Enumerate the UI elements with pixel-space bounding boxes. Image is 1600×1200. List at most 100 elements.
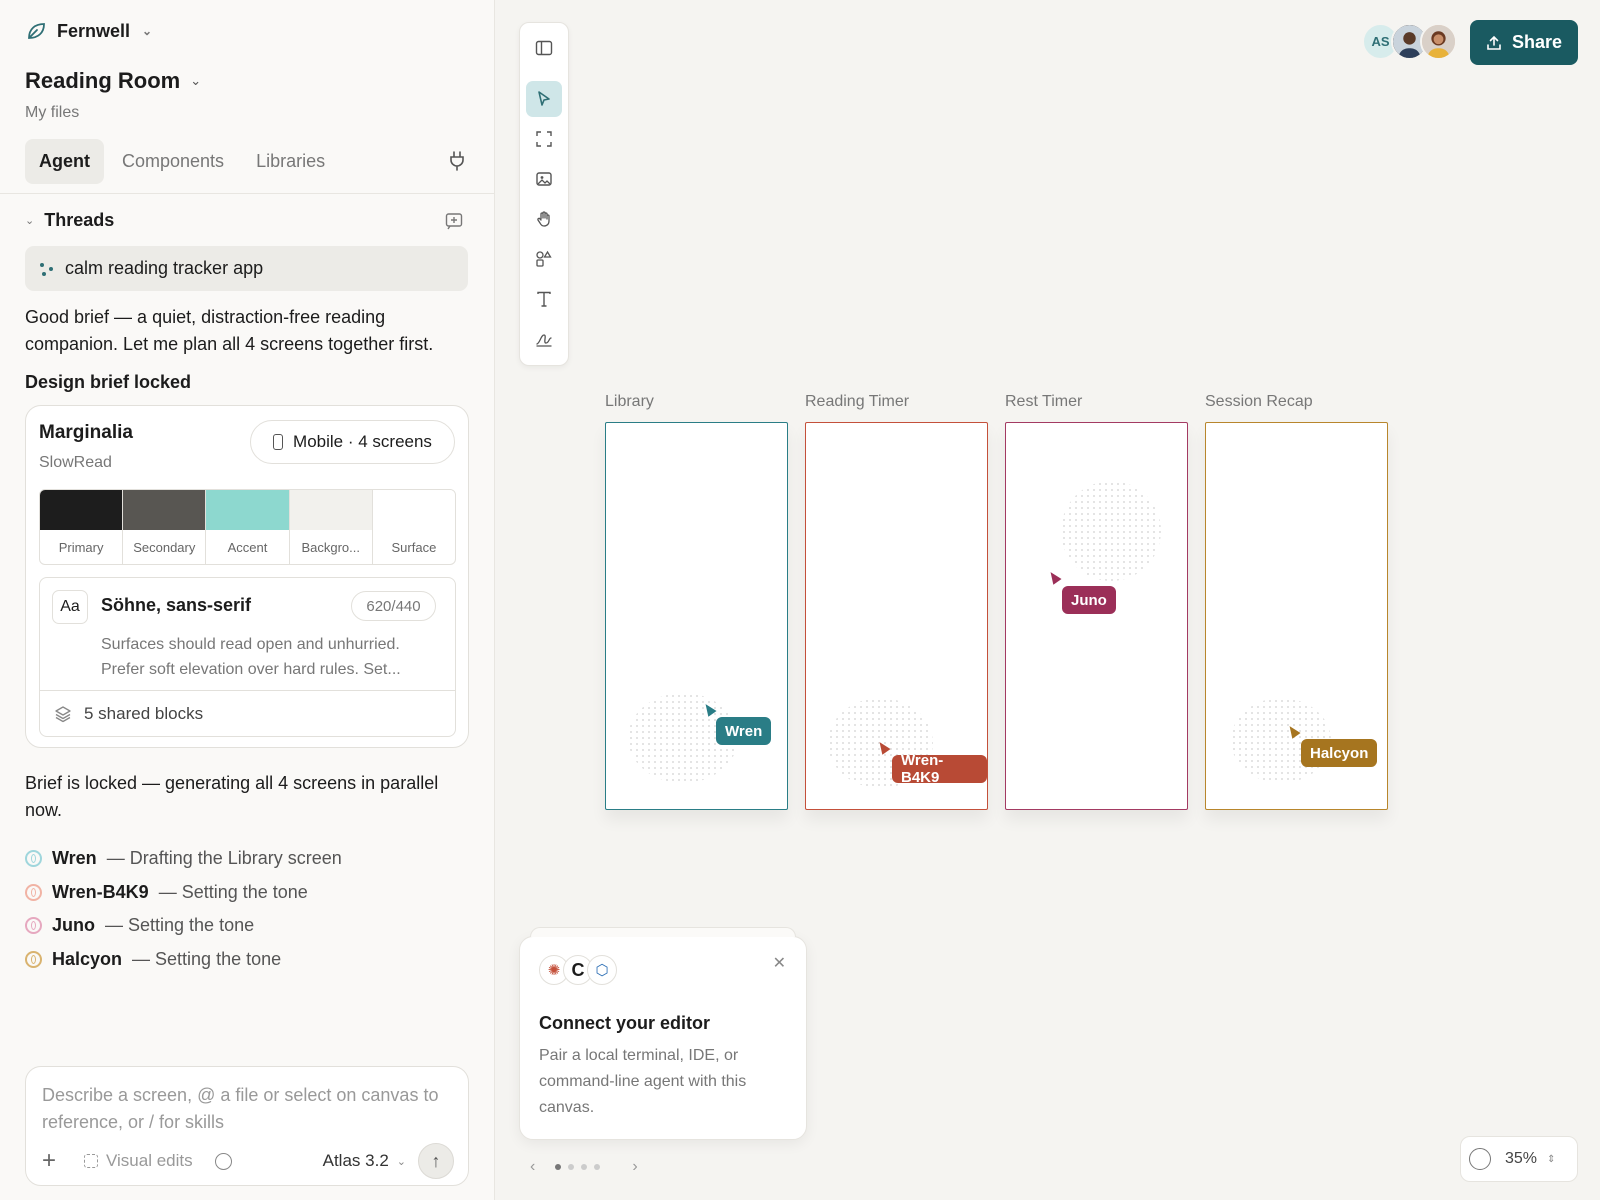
draw-tool-icon[interactable]: [526, 321, 562, 357]
project-title: Reading Room: [25, 68, 181, 93]
swatch-label: Accent: [227, 539, 268, 555]
sidebar-toggle-icon[interactable]: [526, 30, 562, 66]
hand-tool-icon[interactable]: [526, 201, 562, 237]
panel-tabs: Agent Components Libraries: [25, 139, 339, 184]
visual-edits-toggle[interactable]: Visual edits: [84, 1151, 193, 1171]
shapes-tool-icon[interactable]: [526, 241, 562, 277]
app-window: Fernwell ⌄ Reading Room ⌄ My files Agent…: [0, 0, 1600, 1200]
agent-progress-icon: [25, 883, 42, 901]
cursor-tag: Wren-B4K9: [892, 752, 987, 786]
prompt-composer: Describe a screen, @ a file or select on…: [25, 1066, 469, 1186]
assistant-message: Good brief — a quiet, distraction-free r…: [25, 307, 434, 354]
font-weights-badge: 620/440: [351, 591, 436, 621]
shared-blocks-row[interactable]: 5 shared blocks: [40, 690, 455, 736]
threads-header[interactable]: ⌄ Threads: [25, 210, 114, 231]
workspace-name: Fernwell: [57, 20, 131, 41]
project-location[interactable]: My files: [25, 104, 79, 122]
platform-label: Mobile · 4 screens: [293, 432, 432, 451]
agent-status: — Setting the tone: [105, 915, 255, 936]
agent-status: — Setting the tone: [132, 948, 282, 969]
swatch-accent[interactable]: Accent: [206, 490, 290, 564]
agent-name: Wren-B4K9: [52, 881, 149, 902]
share-button[interactable]: Share: [1470, 20, 1578, 65]
swatch-label: Secondary: [133, 539, 196, 555]
color-palette: Primary Secondary Accent Backgro... Surf…: [39, 489, 456, 565]
frame-label[interactable]: Reading Timer: [805, 393, 909, 411]
new-thread-icon[interactable]: [445, 212, 463, 230]
send-button[interactable]: ↑: [418, 1143, 454, 1179]
swatch-background[interactable]: Backgro...: [289, 490, 373, 564]
agent-name: Wren: [52, 848, 97, 869]
swatch-surface[interactable]: Surface: [372, 490, 455, 564]
swatch-label: Backgro...: [301, 539, 360, 555]
tab-libraries[interactable]: Libraries: [242, 139, 339, 184]
share-label: Share: [1511, 32, 1563, 52]
collaborator-avatars[interactable]: AS: [1362, 23, 1457, 60]
pager-dot[interactable]: [568, 1164, 575, 1170]
frame-tool-icon[interactable]: [526, 121, 562, 157]
text-tool-icon[interactable]: [526, 281, 562, 317]
swatch-chip: [289, 490, 372, 530]
swatch-label: Surface: [391, 539, 437, 555]
agent-name: Juno: [52, 915, 95, 936]
pager-dot[interactable]: [594, 1164, 601, 1170]
frame-reading-timer[interactable]: Wren-B4K9: [805, 422, 988, 810]
cursor-tag: Juno: [1062, 586, 1116, 614]
add-attachment-button[interactable]: +: [42, 1147, 72, 1175]
swatch-chip: [206, 490, 289, 530]
frame-library[interactable]: Wren: [605, 422, 788, 810]
loading-dots: [1061, 481, 1161, 581]
plug-icon[interactable]: [448, 151, 466, 171]
agent-status: — Drafting the Library screen: [106, 848, 342, 869]
prompt-input[interactable]: Describe a screen, @ a file or select on…: [42, 1082, 452, 1136]
chevron-down-icon: ⌄: [25, 215, 35, 227]
chevron-left-icon[interactable]: ‹: [530, 1158, 535, 1176]
upload-icon: [1487, 35, 1501, 50]
zoom-control[interactable]: 35% ⇕: [1460, 1136, 1578, 1182]
connect-editor-card: ✺ C ⬡ ✕ Connect your editor Pair a local…: [519, 927, 807, 1140]
phone-icon: [273, 434, 284, 450]
image-tool-icon[interactable]: [526, 161, 562, 197]
shared-blocks-label: 5 shared blocks: [84, 703, 204, 723]
agent-panel: Fernwell ⌄ Reading Room ⌄ My files Agent…: [0, 0, 495, 1200]
zoom-fit-icon[interactable]: [1469, 1148, 1491, 1170]
agent-status: — Setting the tone: [158, 881, 308, 902]
thread-item[interactable]: calm reading tracker app: [25, 246, 468, 291]
agent-status-item: Wren — Drafting the Library screen: [25, 842, 342, 876]
pager-dot[interactable]: [581, 1164, 588, 1170]
stepper-icon[interactable]: ⇕: [1547, 1154, 1555, 1165]
workspace-switcher[interactable]: Fernwell ⌄: [25, 20, 152, 42]
spinner-icon: [39, 261, 55, 277]
palette-icon[interactable]: [214, 1152, 232, 1170]
frame-label[interactable]: Rest Timer: [1005, 393, 1082, 411]
model-selector[interactable]: Atlas 3.2 ⌄: [323, 1151, 406, 1171]
frame-rest-timer[interactable]: Juno: [1005, 422, 1188, 810]
frame-session-recap[interactable]: Halcyon: [1205, 422, 1388, 810]
project-switcher[interactable]: Reading Room ⌄: [25, 68, 201, 94]
agent-progress-icon: [25, 850, 42, 868]
hex-logo-icon: ⬡: [587, 955, 617, 985]
select-tool-icon[interactable]: [526, 81, 562, 117]
pager-dot[interactable]: [555, 1164, 562, 1170]
canvas-toolbar: [519, 22, 569, 366]
swatch-secondary[interactable]: Secondary: [123, 490, 207, 564]
chevron-down-icon: ⌄: [396, 1155, 406, 1168]
frame-label[interactable]: Library: [605, 393, 654, 411]
zoom-level: 35%: [1505, 1150, 1538, 1167]
agent-status-list: Wren — Drafting the Library screen Wren-…: [25, 842, 342, 976]
frame-label[interactable]: Session Recap: [1205, 393, 1313, 411]
model-label: Atlas 3.2: [322, 1151, 389, 1170]
platform-pill[interactable]: Mobile · 4 screens: [250, 420, 455, 464]
composer-toolbar: + Visual edits Atlas 3.2 ⌄ ↑: [42, 1143, 454, 1179]
cursor-icon: [1046, 569, 1062, 585]
tab-agent[interactable]: Agent: [25, 139, 104, 184]
chevron-right-icon[interactable]: ›: [632, 1158, 637, 1176]
avatar[interactable]: [1420, 23, 1457, 60]
close-icon[interactable]: ✕: [773, 953, 786, 973]
integration-logos: ✺ C ⬡: [539, 955, 617, 985]
swatch-primary[interactable]: Primary: [40, 490, 124, 564]
swatch-chip: [372, 490, 455, 530]
tab-components[interactable]: Components: [108, 139, 238, 184]
visual-edits-label: Visual edits: [106, 1151, 193, 1170]
agent-progress-icon: [25, 917, 42, 935]
